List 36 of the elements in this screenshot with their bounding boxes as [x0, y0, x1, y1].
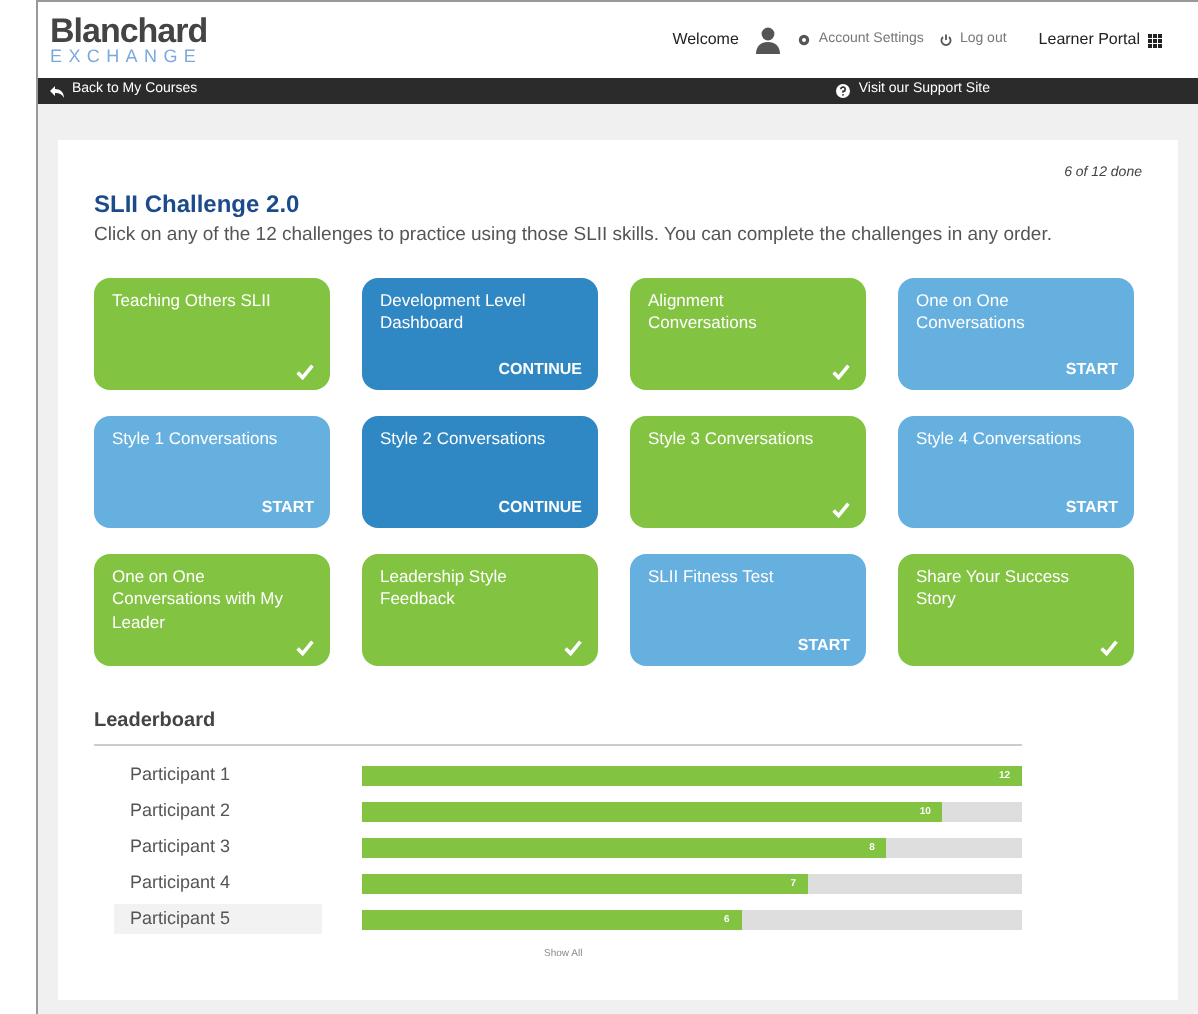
grid-icon [1148, 33, 1162, 47]
gear-icon [798, 34, 811, 46]
challenge-tile[interactable]: Share Your Success Story [898, 553, 1134, 666]
challenge-tile[interactable]: Style 2 Conversations CONTINUE [362, 415, 598, 528]
challenge-tile[interactable]: Alignment Conversations [630, 277, 866, 390]
checkmark-icon [832, 501, 850, 518]
challenge-tile[interactable]: Style 1 Conversations START [94, 415, 330, 528]
participant-name: Participant 2 [128, 798, 233, 825]
participant-name: Participant 4 [128, 870, 233, 897]
user-icon [754, 26, 783, 54]
help-icon [836, 84, 851, 98]
participant-name: Participant 3 [128, 834, 233, 861]
power-icon [939, 34, 952, 46]
participant-name: Participant 1 [128, 762, 233, 789]
participant-name: Participant 5 [114, 904, 322, 935]
challenge-tile[interactable]: Style 4 Conversations START [898, 415, 1134, 528]
checkmark-icon [564, 639, 582, 656]
checkmark-icon [1100, 639, 1118, 656]
logo-wordmark: Blanchard [50, 14, 208, 48]
page-title: SLII Challenge 2.0 [94, 187, 302, 221]
intro-text: Click on any of the 12 challenges to practice using those SLII skills. You can complete the challenges in any order. [94, 221, 1054, 249]
welcome-text: Welcome [672, 28, 739, 52]
leaderboard-title: Leaderboard [94, 705, 1022, 746]
challenge-tile[interactable]: Teaching Others SLII [94, 277, 330, 390]
checkmark-icon [832, 363, 850, 380]
challenge-tile[interactable]: SLII Fitness Test START [630, 553, 866, 666]
challenge-tile[interactable]: Leadership Style Feedback [362, 553, 598, 666]
learner-portal-link[interactable]: Learner Portal [1038, 28, 1162, 52]
logo-tagline: EXCHANGE [50, 48, 205, 66]
challenge-tile[interactable]: Development Level Dashboard CONTINUE [362, 277, 598, 390]
challenge-tile[interactable]: One on One Conversations with My Leader [94, 553, 330, 666]
back-arrow-icon [50, 85, 64, 97]
checkmark-icon [296, 363, 314, 380]
checkmark-icon [296, 639, 314, 656]
challenge-tile[interactable]: Style 3 Conversations [630, 415, 866, 528]
challenge-tile[interactable]: One on One Conversations START [898, 277, 1134, 390]
